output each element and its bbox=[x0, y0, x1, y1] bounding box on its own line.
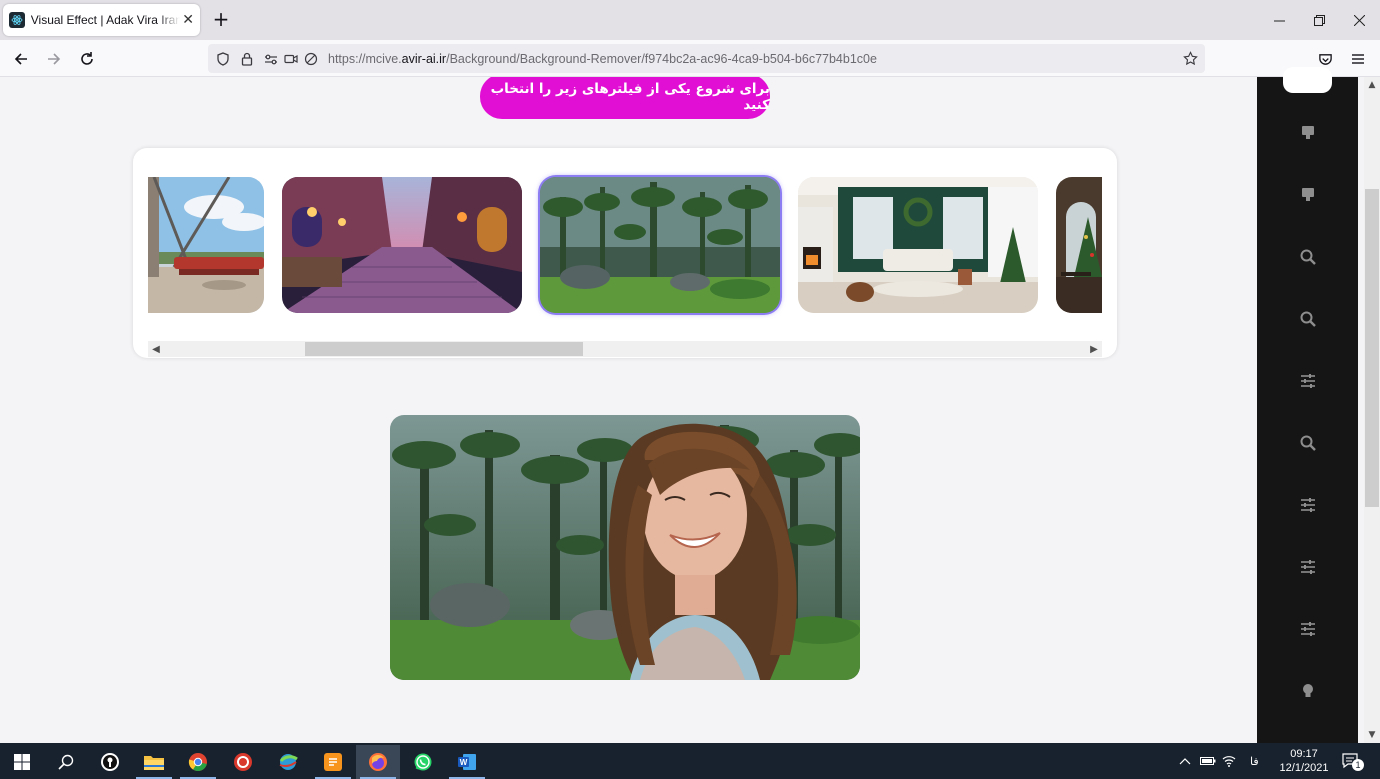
christmas-room-image bbox=[798, 177, 1038, 313]
react-icon bbox=[9, 12, 25, 28]
comment-icon[interactable] bbox=[1299, 186, 1317, 204]
clock-time: 09:17 bbox=[1290, 748, 1318, 760]
scroll-down-icon[interactable]: ▼ bbox=[1364, 727, 1380, 743]
back-arrow-icon[interactable] bbox=[8, 46, 34, 72]
scrollbar-thumb[interactable] bbox=[305, 342, 583, 356]
permissions-icon[interactable] bbox=[262, 50, 280, 68]
page-scrollbar[interactable]: ▲ ▼ bbox=[1364, 77, 1380, 743]
modern-lounge-image bbox=[148, 177, 264, 313]
language-indicator[interactable]: فا bbox=[1250, 743, 1259, 779]
clock-date: 12/1/2021 bbox=[1279, 762, 1329, 774]
scroll-up-icon[interactable]: ▲ bbox=[1364, 77, 1380, 93]
gallery-item-christmas-room[interactable] bbox=[798, 177, 1038, 313]
search-icon[interactable] bbox=[1299, 248, 1317, 266]
new-tab-button[interactable]: + bbox=[210, 9, 232, 31]
location-blocked-icon[interactable] bbox=[302, 50, 320, 68]
sliders-icon[interactable] bbox=[1299, 496, 1317, 514]
gallery-scrollbar[interactable]: ◀ ▶ bbox=[148, 341, 1102, 357]
browser-tab-strip: Visual Effect | Adak Vira Iranidar ✕ + bbox=[0, 0, 1380, 40]
browser-toolbar: https://mcive.avir-ai.ir/Background/Back… bbox=[0, 40, 1380, 77]
background-gallery: ◀ ▶ bbox=[133, 148, 1117, 358]
sliders-icon[interactable] bbox=[1299, 372, 1317, 390]
shield-icon[interactable] bbox=[214, 50, 232, 68]
url-text[interactable]: https://mcive.avir-ai.ir/Background/Back… bbox=[328, 52, 877, 66]
sliders-icon[interactable] bbox=[1299, 558, 1317, 576]
tray-chevron-icon[interactable] bbox=[1179, 743, 1191, 779]
word-icon[interactable]: W bbox=[445, 745, 489, 779]
scroll-left-icon[interactable]: ◀ bbox=[148, 341, 164, 357]
firefox-icon[interactable] bbox=[356, 745, 400, 779]
sliders-icon[interactable] bbox=[1299, 620, 1317, 638]
result-image bbox=[390, 415, 860, 680]
page-scrollbar-thumb[interactable] bbox=[1365, 189, 1379, 507]
bulb-icon[interactable] bbox=[1299, 682, 1317, 700]
gallery-item-arched-room[interactable] bbox=[1056, 177, 1102, 313]
globe-app-icon[interactable] bbox=[266, 745, 310, 779]
lock-icon[interactable] bbox=[238, 50, 256, 68]
gallery-item-forest[interactable] bbox=[540, 177, 780, 313]
forward-arrow-icon[interactable] bbox=[41, 46, 67, 72]
gallery-strip bbox=[148, 148, 1102, 338]
file-explorer-icon[interactable] bbox=[132, 745, 176, 779]
gallery-item-festive-street[interactable] bbox=[282, 177, 522, 313]
battery-icon[interactable] bbox=[1200, 743, 1216, 779]
windows-start-icon[interactable] bbox=[0, 745, 44, 779]
svg-text:W: W bbox=[460, 758, 468, 767]
close-window-icon[interactable] bbox=[1336, 0, 1380, 40]
chrome-icon[interactable] bbox=[176, 745, 220, 779]
search-icon[interactable] bbox=[44, 745, 88, 779]
sidebar-top-card[interactable] bbox=[1283, 67, 1332, 93]
forest-image bbox=[540, 177, 780, 313]
hamburger-menu-icon[interactable] bbox=[1345, 46, 1371, 72]
camera-icon[interactable] bbox=[282, 50, 300, 68]
tab-title: Visual Effect | Adak Vira Iranidar bbox=[30, 13, 181, 27]
browser-tab[interactable]: Visual Effect | Adak Vira Iranidar ✕ bbox=[3, 4, 200, 36]
close-tab-icon[interactable]: ✕ bbox=[182, 12, 194, 28]
url-prefix: https://mcive. bbox=[328, 51, 402, 66]
url-path: /Background/Background-Remover/f974bc2a-… bbox=[446, 51, 877, 66]
arched-room-image bbox=[1056, 177, 1102, 313]
search-icon[interactable] bbox=[1299, 310, 1317, 328]
reload-icon[interactable] bbox=[74, 46, 100, 72]
tools-sidebar bbox=[1257, 67, 1358, 743]
recorder-app-icon[interactable] bbox=[221, 745, 265, 779]
star-icon[interactable] bbox=[1181, 50, 1199, 68]
gallery-item-modern-lounge[interactable] bbox=[148, 177, 264, 313]
search-icon[interactable] bbox=[1299, 434, 1317, 452]
comment-icon[interactable] bbox=[1299, 124, 1317, 142]
choose-filter-button[interactable]: برای شروع یکی از فیلترهای زیر را انتخاب … bbox=[480, 77, 770, 119]
url-domain: avir-ai.ir bbox=[401, 51, 447, 66]
notification-icon[interactable]: 1 bbox=[1342, 743, 1364, 779]
page-content: برای شروع یکی از فیلترهای زیر را انتخاب … bbox=[0, 77, 1257, 743]
clock[interactable]: 09:17 12/1/2021 bbox=[1276, 743, 1332, 779]
woman-forest-image bbox=[390, 415, 860, 680]
wifi-icon[interactable] bbox=[1222, 743, 1236, 779]
address-bar[interactable]: https://mcive.avir-ai.ir/Background/Back… bbox=[208, 44, 1205, 73]
festive-street-image bbox=[282, 177, 522, 313]
keyhole-app-icon[interactable] bbox=[88, 745, 132, 779]
orange-app-icon[interactable] bbox=[311, 745, 355, 779]
windows-taskbar: W فا 09:17 12/1/2021 1 bbox=[0, 743, 1380, 779]
notification-count-badge: 1 bbox=[1352, 759, 1364, 771]
scroll-right-icon[interactable]: ▶ bbox=[1086, 341, 1102, 357]
whatsapp-icon[interactable] bbox=[401, 745, 445, 779]
